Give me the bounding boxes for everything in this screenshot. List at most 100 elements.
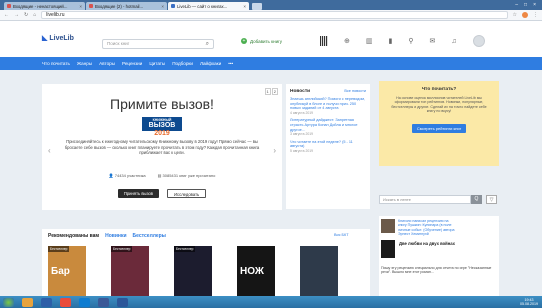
bell-icon[interactable]: ♫ xyxy=(451,38,456,45)
tab-new[interactable]: Новинки xyxy=(105,233,126,239)
participants-count: 👤 74434 участника xyxy=(108,173,146,178)
user-avatar[interactable] xyxy=(381,219,395,233)
banner-pager: 12 xyxy=(264,88,278,95)
word-icon[interactable] xyxy=(117,297,128,307)
media-icon[interactable] xyxy=(41,297,52,307)
challenge-description: Присоединяйтесь к ежегодному читательско… xyxy=(64,139,260,156)
nav-item-lifehacks[interactable]: Лайфхаки xyxy=(200,61,221,66)
nav-item-genres[interactable]: Жанры xyxy=(77,61,92,66)
feed-item[interactable]: Книголи написал рецензию на книгу Пушкин… xyxy=(381,219,458,236)
close-icon[interactable]: × xyxy=(161,4,164,9)
news-item-text[interactable]: Литературный дайджест: Запретная страсть… xyxy=(290,118,366,132)
maximize-button[interactable]: □ xyxy=(524,2,527,8)
challenge-buttons: Принять вызов Исследовать xyxy=(42,189,282,198)
nav-item-reviews[interactable]: Рецензии xyxy=(122,61,142,66)
search-icon[interactable]: ⌕ xyxy=(206,40,209,48)
close-icon[interactable]: × xyxy=(243,4,246,9)
filter-icon[interactable]: ▽ xyxy=(486,195,497,204)
globe-icon[interactable]: ⊕ xyxy=(344,37,350,45)
book-cover[interactable] xyxy=(381,240,395,258)
nav-item-quotes[interactable]: Цитаты xyxy=(149,61,165,66)
nav-item-authors[interactable]: Авторы xyxy=(99,61,115,66)
extension-icon[interactable] xyxy=(522,12,528,18)
forward-icon[interactable]: → xyxy=(14,12,19,18)
url-text: livelib.ru xyxy=(46,12,65,18)
pager-page[interactable]: 1 xyxy=(264,88,271,95)
news-item-text[interactable]: Знаешь английский? Помоги с переводом, о… xyxy=(290,97,366,111)
mail-icon xyxy=(7,4,11,8)
qr-code-icon[interactable] xyxy=(320,36,328,46)
logo-text: LiveLib xyxy=(49,34,74,42)
news-item[interactable]: Знаешь английский? Помоги с переводом, о… xyxy=(290,97,366,115)
feed-search-button[interactable]: Q xyxy=(471,195,482,204)
logo-mark-icon: ◣ xyxy=(42,35,48,42)
prev-arrow[interactable]: ‹ xyxy=(48,146,51,155)
star-icon[interactable]: ☆ xyxy=(513,12,517,18)
nav-item-what-to-read[interactable]: Что почитать xyxy=(42,61,70,66)
mail-icon[interactable]: ✉ xyxy=(430,37,436,45)
search-input[interactable]: Поиск книг ⌕ xyxy=(102,39,214,49)
bestseller-badge: Бестселлер xyxy=(48,246,70,252)
all-news-link[interactable]: Все новости xyxy=(344,89,366,94)
new-tab-button[interactable] xyxy=(252,3,262,10)
url-field[interactable]: livelib.ru xyxy=(41,11,508,19)
all-recommendations-link[interactable]: Вся БКТ xyxy=(334,233,349,237)
what-to-read-promo: Что почитать? На основе оценок миллионов… xyxy=(379,81,499,166)
browser-tab-active[interactable]: LiveLib — сайт о книгах... × xyxy=(168,2,249,10)
close-icon[interactable]: × xyxy=(79,4,82,9)
location-icon[interactable]: ⚲ xyxy=(408,37,413,45)
menu-icon[interactable]: ⋮ xyxy=(533,12,538,18)
news-item[interactable]: Литературный дайджест: Запретная страсть… xyxy=(290,118,366,136)
browser-tab-bar: Входящие - ненастоящий... × Входящие (2) … xyxy=(0,0,542,10)
start-button[interactable] xyxy=(3,297,14,307)
tab-label: Входящие (2) - hotmail... xyxy=(95,3,144,9)
bestseller-badge: Бестселлер xyxy=(111,246,133,252)
minimize-button[interactable]: – xyxy=(515,2,518,8)
books-icon[interactable]: ▮ xyxy=(389,37,393,45)
header-icons: ⊕ ▥ ▮ ⚲ ✉ ♫ xyxy=(320,35,485,47)
news-header: Новости Все новости xyxy=(290,89,366,94)
browser-tab[interactable]: Входящие - ненастоящий... × xyxy=(4,2,85,10)
site-header: ◣ LiveLib Поиск книг ⌕ + Добавить книгу ⊕ ▥… xyxy=(0,21,542,57)
bookshelf-icon[interactable]: ▥ xyxy=(366,37,373,45)
news-item-text[interactable]: Что читаете на этой неделе? (5 - 11 авгу… xyxy=(290,140,366,149)
recommendations-title: Рекомендованы вам xyxy=(48,233,100,239)
system-clock[interactable]: 19:43 05.08.2019 xyxy=(520,298,542,306)
accept-challenge-button[interactable]: Принять вызов xyxy=(117,189,159,198)
browser-tab[interactable]: Входящие (2) - hotmail... × xyxy=(86,2,167,10)
chrome-icon[interactable] xyxy=(60,297,71,307)
window-controls: – □ × xyxy=(515,2,542,8)
feed-item-text[interactable]: Книголи написал рецензию на книгу Пушкин… xyxy=(398,219,458,236)
pager-page[interactable]: 2 xyxy=(271,88,278,95)
news-item[interactable]: Что читаете на этой неделе? (5 - 11 авгу… xyxy=(290,140,366,154)
next-arrow[interactable]: › xyxy=(273,146,276,155)
explore-button[interactable]: Исследовать xyxy=(167,189,207,198)
feed-search-placeholder: Искать в ленте xyxy=(383,197,411,202)
livelib-favicon-icon xyxy=(171,4,175,8)
ratings-button[interactable]: Смотреть рейтинги книг xyxy=(411,123,467,133)
search-placeholder: Поиск книг xyxy=(107,41,130,46)
tab-label: Входящие - ненастоящий... xyxy=(13,3,68,9)
reload-icon[interactable]: ↻ xyxy=(24,12,28,18)
back-icon[interactable]: ← xyxy=(4,12,9,18)
feed-search-input[interactable]: Искать в ленте xyxy=(379,195,471,204)
avatar[interactable] xyxy=(472,35,485,47)
promo-title: Что почитать? xyxy=(421,87,457,92)
books-read-text: 3085431 книг уже прочитано xyxy=(162,173,216,178)
recommendations-header: Рекомендованы вам Новинки Бестселлеры Вс… xyxy=(48,233,349,239)
feed-book-title[interactable]: Две любви на двух войнах xyxy=(399,241,455,246)
skype-icon[interactable] xyxy=(79,297,90,307)
nav-more[interactable]: ••• xyxy=(228,61,233,66)
books-read-count: ▤ 3085431 книг уже прочитано xyxy=(157,173,216,178)
activity-feed: Книголи написал рецензию на книгу Пушкин… xyxy=(379,216,499,308)
app-icon[interactable] xyxy=(98,297,109,307)
challenge-title: Примите вызов! xyxy=(110,96,214,112)
explorer-icon[interactable] xyxy=(22,297,33,307)
nav-item-collections[interactable]: Подборки xyxy=(172,61,193,66)
site-logo[interactable]: ◣ LiveLib xyxy=(42,34,74,43)
tab-bestsellers[interactable]: Бестселлеры xyxy=(133,233,166,239)
add-book-button[interactable]: + Добавить книгу xyxy=(241,38,282,44)
home-icon[interactable]: ⌂ xyxy=(33,12,36,18)
participants-text: 74434 участника xyxy=(114,173,146,178)
close-window-button[interactable]: × xyxy=(533,2,536,8)
